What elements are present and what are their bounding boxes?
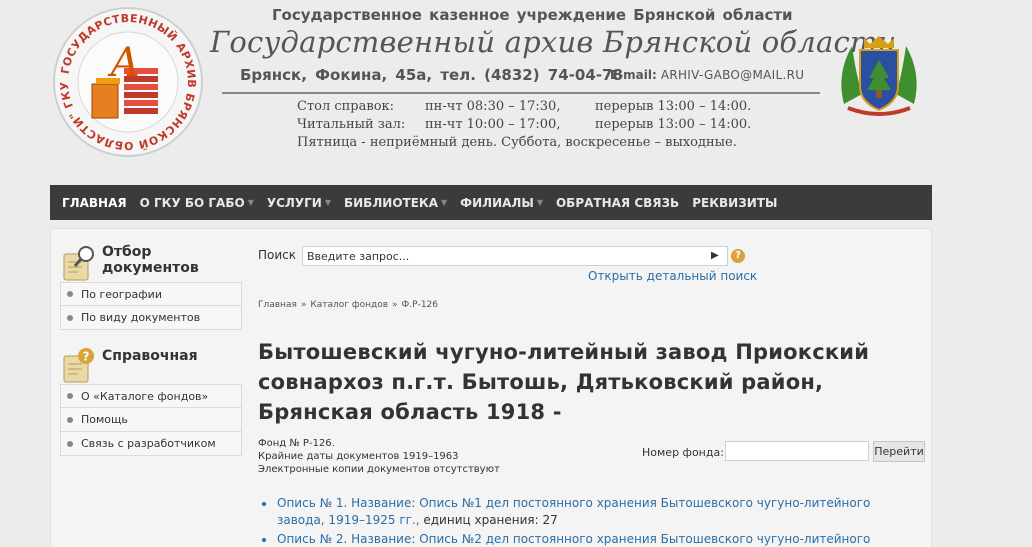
sidebar-list-selection: По географии По виду документов [60, 282, 242, 330]
fond-copies: Электронные копии документов отсутствуют [258, 464, 500, 475]
page-title: Бытошевский чугуно-литейный завод Приокс… [258, 340, 870, 424]
sidebar-list-reference: О «Каталоге фондов» Помощь Связь с разра… [60, 384, 242, 456]
sidebar-item-label: По географии [81, 287, 162, 301]
breadcrumb-current: Ф.Р-126 [401, 300, 439, 310]
svg-text:?: ? [83, 350, 90, 364]
sidebar-item-help[interactable]: Помощь [60, 408, 242, 432]
inventory-units: единиц хранения: 27 [419, 513, 558, 527]
advanced-search-link[interactable]: Открыть детальный поиск [588, 269, 757, 283]
schedule-hours: пн-чт 10:00 – 17:00, [425, 117, 561, 132]
contact-email: E-mail: ARHIV-GABO@MAIL.RU [610, 68, 804, 82]
document-search-icon [63, 246, 94, 281]
sidebar-item-label: По виду документов [81, 311, 201, 324]
nav-item-label: ОБРАТНАЯ СВЯЗЬ [555, 195, 680, 210]
site-title: Государственный архив Брянской области [210, 25, 897, 59]
coat-of-arms-logo [841, 36, 917, 116]
nav-item-requisites[interactable]: РЕКВИЗИТЫ [692, 196, 777, 210]
bullet-icon [262, 502, 266, 506]
breadcrumb-separator: » [392, 300, 398, 310]
list-item: Опись № 1. Название: Опись №1 дел постоя… [258, 495, 898, 529]
nav-item-label: ГЛАВНАЯ [62, 195, 127, 210]
nav-item-label: О ГКУ БО ГАБО [139, 195, 245, 210]
breadcrumb-separator: » [300, 300, 307, 310]
fond-number-label: Номер фонда: [642, 446, 724, 459]
content-area: Отбор документов По географии По виду до… [50, 228, 932, 547]
fond-number: Фонд № Р-126. [258, 438, 335, 449]
sidebar-block-reference-header: ? Справочная [62, 346, 198, 384]
breadcrumb-home[interactable]: Главная [258, 300, 297, 310]
bullet-icon [262, 538, 266, 542]
bullet-icon [67, 393, 73, 399]
sidebar-item-label: О «Каталоге фондов» [81, 389, 209, 403]
sidebar-item-geography[interactable]: По географии [60, 282, 242, 306]
inventory-link[interactable]: Опись № 2. Название: Опись №2 дел постоя… [277, 532, 870, 546]
schedule-break: перерыв 13:00 – 14:00. [595, 117, 752, 132]
inventory-link[interactable]: Опись № 1. Название: Опись №1 дел постоя… [277, 496, 870, 527]
search-submit-icon[interactable]: ▶ [711, 250, 719, 261]
schedule-row: Стол справок: пн-чт 08:30 – 17:30, перер… [297, 98, 751, 116]
institution-line: Государственное казенное учреждение Брян… [272, 6, 793, 24]
sidebar-title-line: Отбор [102, 244, 152, 260]
sidebar-item-contact-developer[interactable]: Связь с разработчиком [60, 432, 242, 456]
breadcrumb: Главная» Каталог фондов» Ф.Р-126 [258, 300, 438, 310]
schedule-break: перерыв 13:00 – 14:00. [595, 99, 752, 114]
nav-item-about[interactable]: О ГКУ БО ГАБО ▼ [140, 196, 254, 210]
sidebar-item-doc-type[interactable]: По виду документов [60, 306, 242, 330]
sidebar-block-title: Отбор документов [102, 244, 199, 276]
bullet-icon [67, 291, 73, 297]
email-label: E-mail: [610, 68, 657, 82]
schedule-note: Пятница - неприёмный день. Суббота, воск… [297, 135, 737, 150]
bullet-icon [67, 416, 73, 423]
sidebar-item-label: Помощь [81, 413, 128, 426]
nav-item-label: БИБЛИОТЕКА [343, 195, 439, 210]
fond-number-input[interactable] [725, 441, 869, 461]
help-document-icon: ? [63, 348, 94, 383]
caret-down-icon: ▼ [441, 198, 448, 207]
fond-dates: Крайние даты документов 1919–1963 [258, 451, 459, 462]
schedule-hours: пн-чт 08:30 – 17:30, [425, 99, 561, 114]
schedule-name: Стол справок: [297, 99, 395, 114]
sidebar-block-selection-header: Отбор документов [62, 244, 199, 282]
schedule: Стол справок: пн-чт 08:30 – 17:30, перер… [297, 98, 751, 152]
svg-text:А: А [107, 40, 140, 86]
fond-meta: Фонд № Р-126. Крайние даты документов 19… [258, 437, 500, 476]
caret-down-icon: ▼ [324, 198, 331, 207]
nav-item-label: РЕКВИЗИТЫ [692, 195, 778, 210]
bullet-icon [67, 440, 73, 447]
nav-item-services[interactable]: УСЛУГИ ▼ [267, 196, 331, 210]
contact-address: Брянск, Фокина, 45а, тел. (4832) 74-04-7… [240, 66, 623, 84]
archive-seal-logo[interactable]: ГОСУДАРСТВЕННЫЙ АРХИВ БРЯНСКОЙ ОБЛАСТИ" … [52, 6, 204, 158]
header-divider [222, 92, 820, 94]
sidebar-item-about-catalog[interactable]: О «Каталоге фондов» [60, 384, 242, 408]
inventory-list: Опись № 1. Название: Опись №1 дел постоя… [258, 495, 898, 547]
site-header: ГОСУДАРСТВЕННЫЙ АРХИВ БРЯНСКОЙ ОБЛАСТИ" … [0, 0, 1032, 180]
bullet-icon [67, 314, 73, 321]
email-value[interactable]: ARHIV-GABO@MAIL.RU [661, 68, 804, 82]
list-item: Опись № 2. Название: Опись №2 дел постоя… [258, 531, 898, 547]
caret-down-icon: ▼ [247, 198, 254, 207]
nav-item-branches[interactable]: ФИЛИАЛЫ ▼ [460, 196, 543, 210]
sidebar-item-label: Связь с разработчиком [81, 437, 216, 450]
nav-item-label: ФИЛИАЛЫ [460, 195, 534, 210]
main-nav: ГЛАВНАЯ О ГКУ БО ГАБО ▼ УСЛУГИ ▼ БИБЛИОТЕК… [50, 185, 932, 220]
schedule-row: Читальный зал: пн-чт 10:00 – 17:00, пере… [297, 116, 751, 134]
go-button[interactable]: Перейти [873, 441, 925, 462]
search-label: Поиск [258, 248, 297, 262]
schedule-name: Читальный зал: [297, 117, 406, 132]
nav-item-label: УСЛУГИ [266, 195, 322, 210]
breadcrumb-catalog[interactable]: Каталог фондов [310, 300, 388, 310]
nav-item-home[interactable]: ГЛАВНАЯ [62, 196, 127, 210]
caret-down-icon: ▼ [536, 198, 543, 207]
nav-item-library[interactable]: БИБЛИОТЕКА ▼ [344, 196, 447, 210]
sidebar-title-line: документов [102, 260, 199, 276]
sidebar-block-title: Справочная [102, 348, 198, 364]
help-icon[interactable]: ? [731, 249, 745, 263]
nav-item-feedback[interactable]: ОБРАТНАЯ СВЯЗЬ [556, 196, 679, 210]
search-input[interactable] [302, 246, 728, 266]
